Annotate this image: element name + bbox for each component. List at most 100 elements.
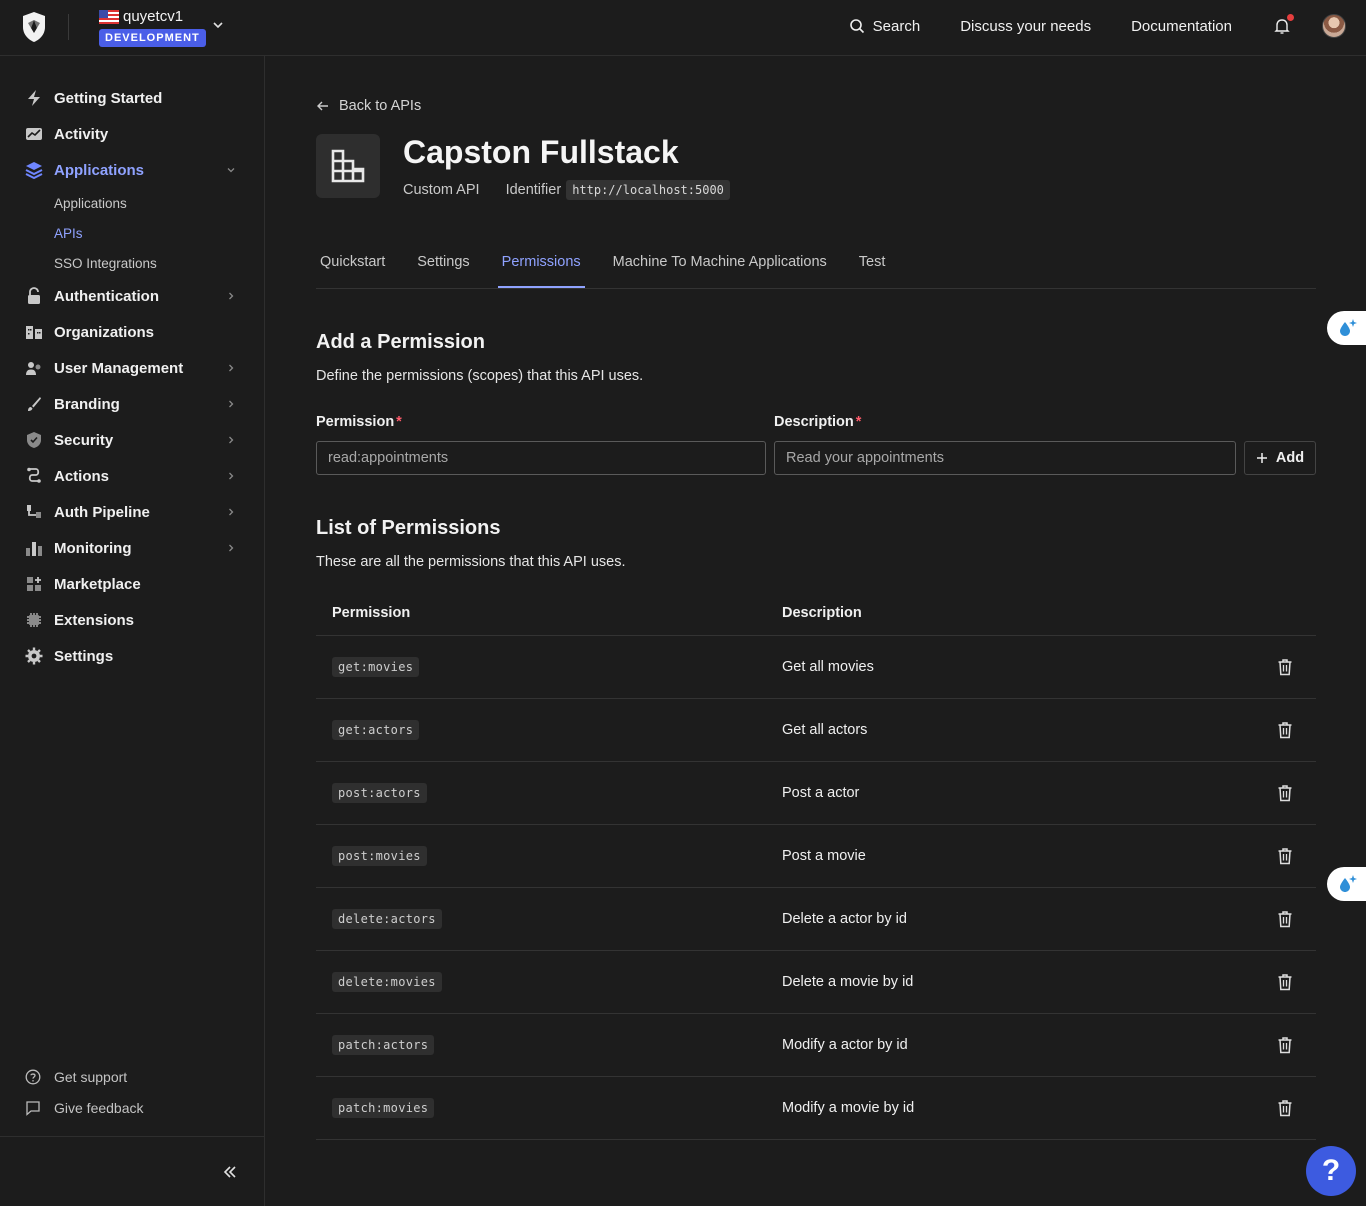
api-meta: Custom API Identifier http://localhost:5…	[403, 180, 730, 200]
tab-machine-to-machine[interactable]: Machine To Machine Applications	[609, 244, 831, 288]
search-button[interactable]: Search	[849, 18, 920, 35]
assistant-widget-button[interactable]	[1327, 311, 1366, 345]
permission-label-text: Permission	[316, 414, 395, 430]
identifier-label: Identifier	[505, 182, 562, 198]
sidebar-item-extensions[interactable]: Extensions	[0, 602, 264, 638]
list-permissions-title: List of Permissions	[316, 517, 501, 539]
permission-scope: get:actors	[332, 720, 420, 740]
sidebar-item-label: Branding	[54, 395, 120, 413]
trash-icon[interactable]	[1277, 784, 1293, 802]
api-icon	[316, 134, 380, 198]
sidebar-nav: Getting Started Activity Applications Ap…	[0, 80, 264, 674]
description-input[interactable]	[774, 441, 1236, 475]
help-button[interactable]: ?	[1306, 1146, 1356, 1196]
permission-scope: patch:movies	[332, 1098, 435, 1118]
sidebar-item-label: Authentication	[54, 287, 159, 305]
notifications-button[interactable]	[1272, 14, 1294, 36]
shield-icon	[25, 431, 43, 449]
sidebar-item-settings[interactable]: Settings	[0, 638, 264, 674]
page-title: Capston Fullstack	[403, 134, 679, 170]
brush-icon	[25, 395, 43, 413]
chevron-down-icon	[227, 168, 235, 173]
sidebar-item-label: Marketplace	[54, 575, 141, 593]
users-icon	[25, 359, 43, 377]
sidebar-subitem-applications[interactable]: Applications	[0, 188, 264, 218]
sidebar-item-label: Getting Started	[54, 89, 163, 107]
sidebar-item-getting-started[interactable]: Getting Started	[0, 80, 264, 116]
sidebar-item-label: Actions	[54, 467, 110, 485]
trash-icon[interactable]	[1277, 1099, 1293, 1117]
chevron-right-icon	[229, 364, 234, 372]
permission-cell: get:actors	[316, 720, 782, 740]
sidebar-item-organizations[interactable]: Organizations	[0, 314, 264, 350]
sidebar-item-label: Auth Pipeline	[54, 503, 150, 521]
auth0-logo-icon[interactable]	[21, 11, 47, 43]
description-cell: Delete a actor by id	[782, 911, 907, 927]
chevron-right-icon	[229, 544, 234, 552]
description-cell: Post a movie	[782, 848, 866, 864]
trash-icon[interactable]	[1277, 973, 1293, 991]
marketplace-icon	[25, 575, 43, 593]
permissions-table: Permission Description get:movies Get all…	[316, 590, 1316, 1140]
sidebar-item-label: Organizations	[54, 323, 155, 341]
column-permission: Permission	[332, 604, 411, 621]
lock-icon	[25, 287, 43, 305]
table-row: delete:actors Delete a actor by id	[316, 888, 1316, 951]
sidebar-item-user-management[interactable]: User Management	[0, 350, 264, 386]
get-support-link[interactable]: Get support	[25, 1061, 144, 1092]
trash-icon[interactable]	[1277, 658, 1293, 676]
trash-icon[interactable]	[1277, 721, 1293, 739]
chart-icon	[25, 539, 43, 557]
description-label: Description *	[774, 414, 861, 430]
sidebar-item-auth-pipeline[interactable]: Auth Pipeline	[0, 494, 264, 530]
sidebar-item-security[interactable]: Security	[0, 422, 264, 458]
tab-quickstart[interactable]: Quickstart	[316, 244, 389, 288]
sidebar-subitem-sso-integrations[interactable]: SSO Integrations	[0, 248, 264, 278]
top-divider	[68, 14, 69, 40]
tab-settings[interactable]: Settings	[413, 244, 473, 288]
permission-input[interactable]	[316, 441, 766, 475]
sidebar-item-applications[interactable]: Applications	[0, 152, 264, 188]
description-cell: Get all movies	[782, 659, 874, 675]
arrow-left-icon	[317, 101, 328, 111]
actions-icon	[25, 467, 43, 485]
sidebar-item-actions[interactable]: Actions	[0, 458, 264, 494]
search-icon	[849, 19, 864, 34]
sidebar-item-authentication[interactable]: Authentication	[0, 278, 264, 314]
back-to-apis-link[interactable]: Back to APIs	[316, 98, 421, 114]
sidebar-support: Get support Give feedback	[25, 1061, 144, 1123]
sidebar-item-marketplace[interactable]: Marketplace	[0, 566, 264, 602]
table-row: patch:actors Modify a actor by id	[316, 1014, 1316, 1077]
user-avatar[interactable]	[1322, 14, 1346, 38]
sidebar-subitem-apis[interactable]: APIs	[0, 218, 264, 248]
chevron-down-icon[interactable]	[212, 19, 224, 31]
description-cell: Modify a movie by id	[782, 1100, 915, 1116]
required-marker: *	[396, 414, 402, 430]
permission-scope: delete:movies	[332, 972, 442, 992]
add-permission-button[interactable]: Add	[1244, 441, 1316, 475]
give-feedback-link[interactable]: Give feedback	[25, 1092, 144, 1123]
required-marker: *	[855, 414, 862, 430]
documentation-link[interactable]: Documentation	[1131, 18, 1232, 35]
tenant-switcher[interactable]: quyetcv1 DEVELOPMENT	[99, 8, 206, 47]
permission-scope: delete:actors	[332, 909, 442, 929]
trash-icon[interactable]	[1277, 1036, 1293, 1054]
trash-icon[interactable]	[1277, 910, 1293, 928]
sidebar-item-monitoring[interactable]: Monitoring	[0, 530, 264, 566]
table-row: post:movies Post a movie	[316, 825, 1316, 888]
tab-permissions[interactable]: Permissions	[497, 244, 585, 288]
sidebar-item-label: Activity	[54, 125, 109, 143]
tenant-name: quyetcv1	[123, 8, 184, 25]
collapse-sidebar-icon[interactable]	[222, 1164, 238, 1180]
top-bar: quyetcv1 DEVELOPMENT Search Discuss your…	[0, 0, 1366, 56]
sidebar-item-activity[interactable]: Activity	[0, 116, 264, 152]
trash-icon[interactable]	[1277, 847, 1293, 865]
sidebar-item-branding[interactable]: Branding	[0, 386, 264, 422]
add-permission-title: Add a Permission	[316, 331, 485, 353]
table-header: Permission Description	[316, 590, 1316, 636]
tab-test[interactable]: Test	[855, 244, 890, 288]
building-blocks-icon	[331, 149, 365, 183]
discuss-needs-link[interactable]: Discuss your needs	[960, 18, 1091, 35]
permission-cell: delete:movies	[316, 972, 782, 992]
assistant-widget-button[interactable]	[1327, 867, 1366, 901]
